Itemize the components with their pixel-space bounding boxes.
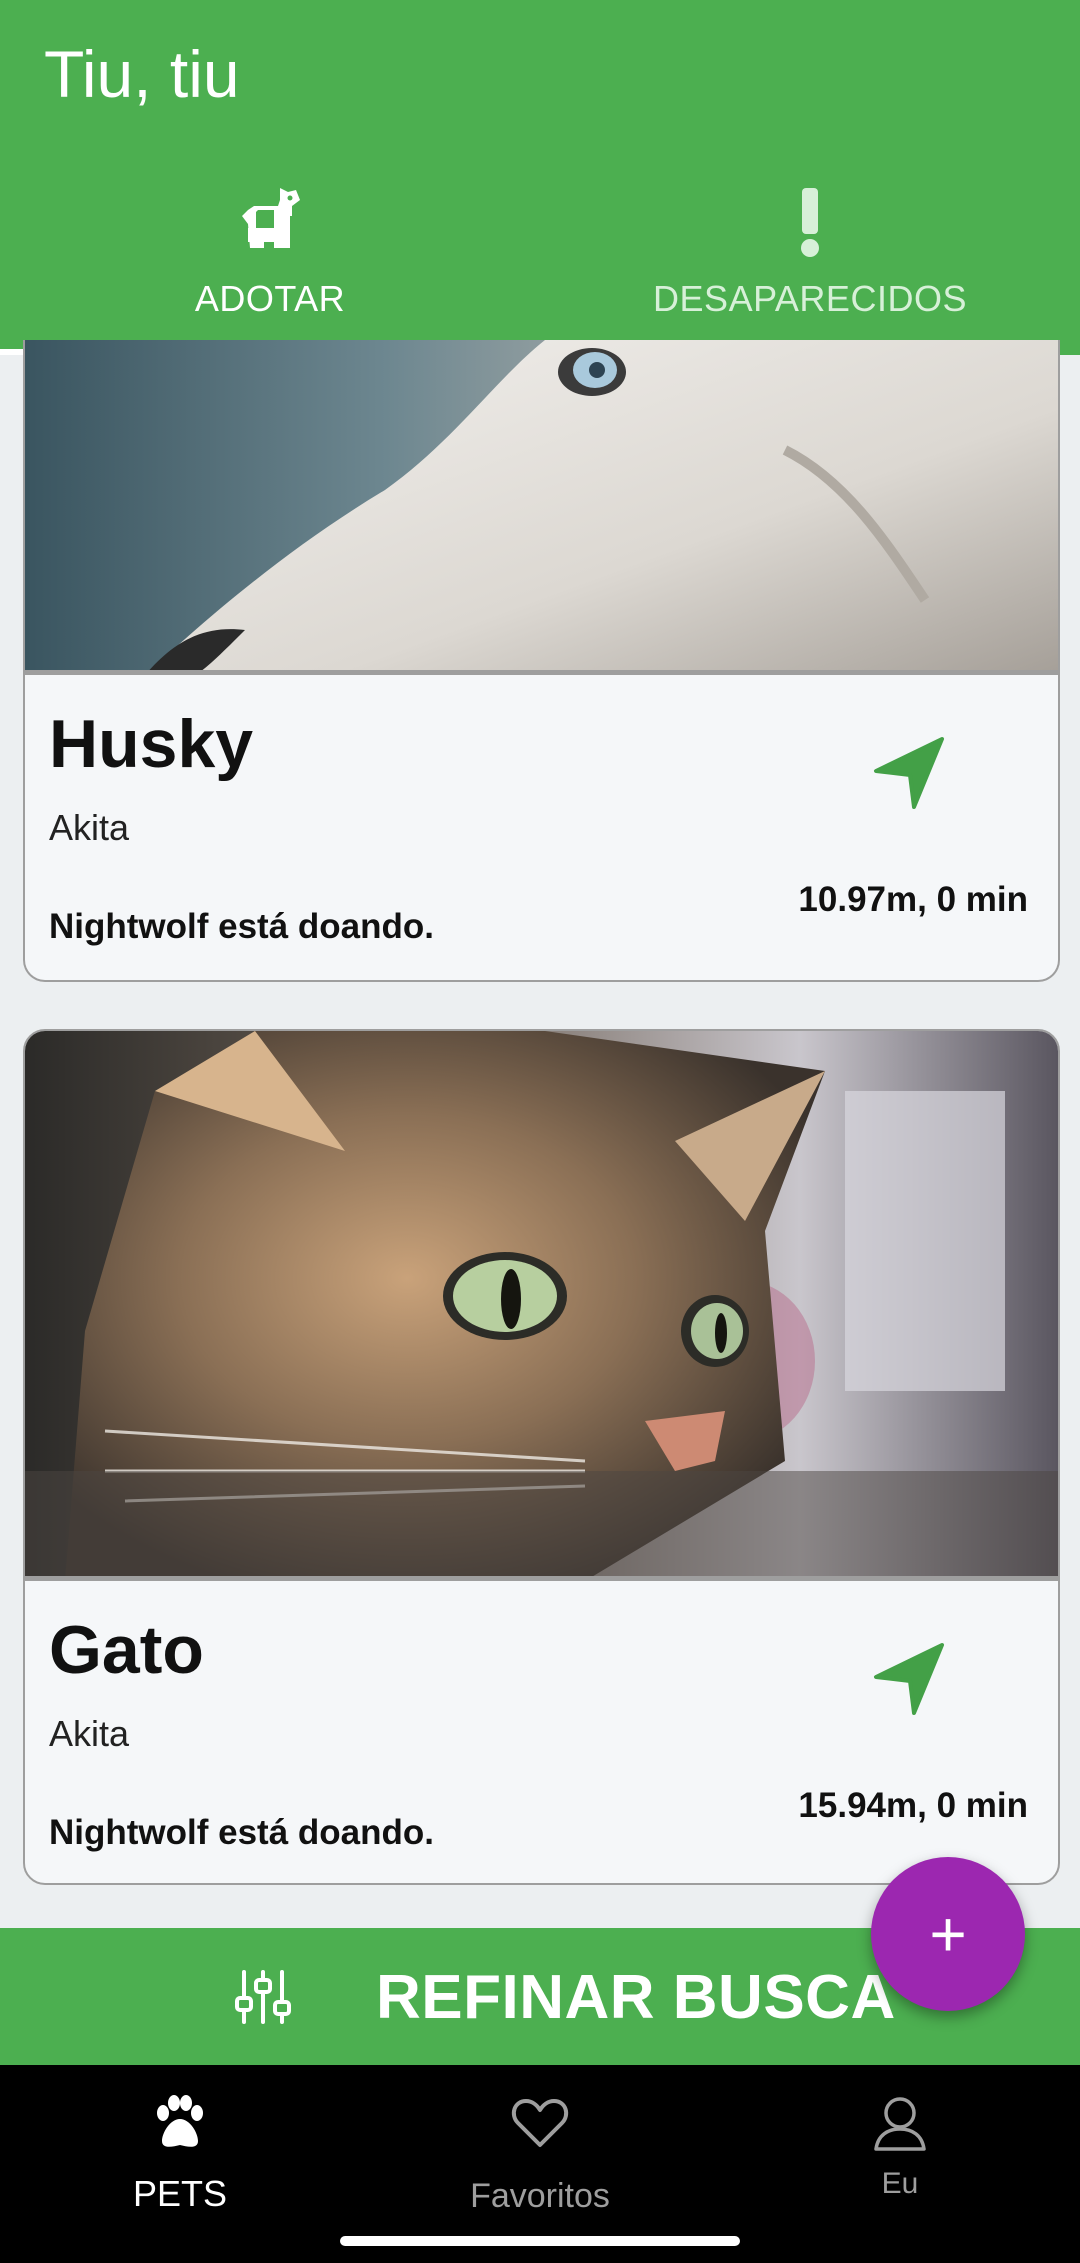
- refine-search-label: REFINAR BUSCA: [376, 1963, 896, 2032]
- plus-icon: +: [929, 1898, 967, 1970]
- heart-icon: [360, 2093, 720, 2153]
- navigation-icon[interactable]: [872, 1641, 948, 1717]
- pet-card-gato[interactable]: Gato Akita Nightwolf está doando. 15.94m…: [23, 1029, 1060, 1885]
- tab-adotar-label: ADOTAR: [194, 278, 346, 319]
- cat-photo: [25, 1031, 1058, 1581]
- bottom-nav-eu[interactable]: Eu: [720, 2065, 1080, 2263]
- pet-distance: 10.97m, 0 min: [798, 880, 1028, 919]
- sliders-icon: [235, 1970, 291, 2024]
- bottom-nav-favoritos-label: Favoritos: [470, 2177, 610, 2215]
- pet-breed: Akita: [49, 1713, 130, 1754]
- pet-card-husky[interactable]: Husky Akita Nightwolf está doando. 10.97…: [23, 340, 1060, 982]
- pet-name: Gato: [49, 1612, 204, 1688]
- pet-name: Husky: [49, 706, 254, 782]
- app-bar: Tiu, tiu ADOTAR DESAPARECIDOS: [0, 0, 1080, 355]
- add-pet-button[interactable]: +: [871, 1857, 1025, 2011]
- bottom-nav-eu-label: Eu: [881, 2167, 919, 2200]
- pet-breed: Akita: [49, 807, 130, 848]
- navigation-icon[interactable]: [872, 735, 948, 811]
- paw-icon: [0, 2093, 360, 2153]
- tab-desaparecidos-label: DESAPARECIDOS: [653, 278, 967, 319]
- bottom-nav-pets-label: PETS: [132, 2173, 228, 2214]
- home-indicator[interactable]: [340, 2236, 740, 2246]
- pet-distance: 15.94m, 0 min: [798, 1786, 1028, 1825]
- bottom-navigation: PETS Favoritos Eu: [0, 2065, 1080, 2263]
- bottom-nav-favoritos[interactable]: Favoritos: [360, 2065, 720, 2263]
- exclamation-icon: [540, 182, 1080, 262]
- pet-donor: Nightwolf está doando.: [49, 907, 434, 946]
- bottom-nav-pets[interactable]: PETS: [0, 2065, 360, 2263]
- husky-photo: [25, 340, 1058, 675]
- pet-donor: Nightwolf está doando.: [49, 1813, 434, 1852]
- person-icon: [720, 2093, 1080, 2153]
- app-title: Tiu, tiu: [44, 37, 240, 111]
- tab-desaparecidos[interactable]: DESAPARECIDOS: [540, 170, 1080, 355]
- dog-icon: [0, 182, 540, 262]
- tab-adotar[interactable]: ADOTAR: [0, 170, 540, 355]
